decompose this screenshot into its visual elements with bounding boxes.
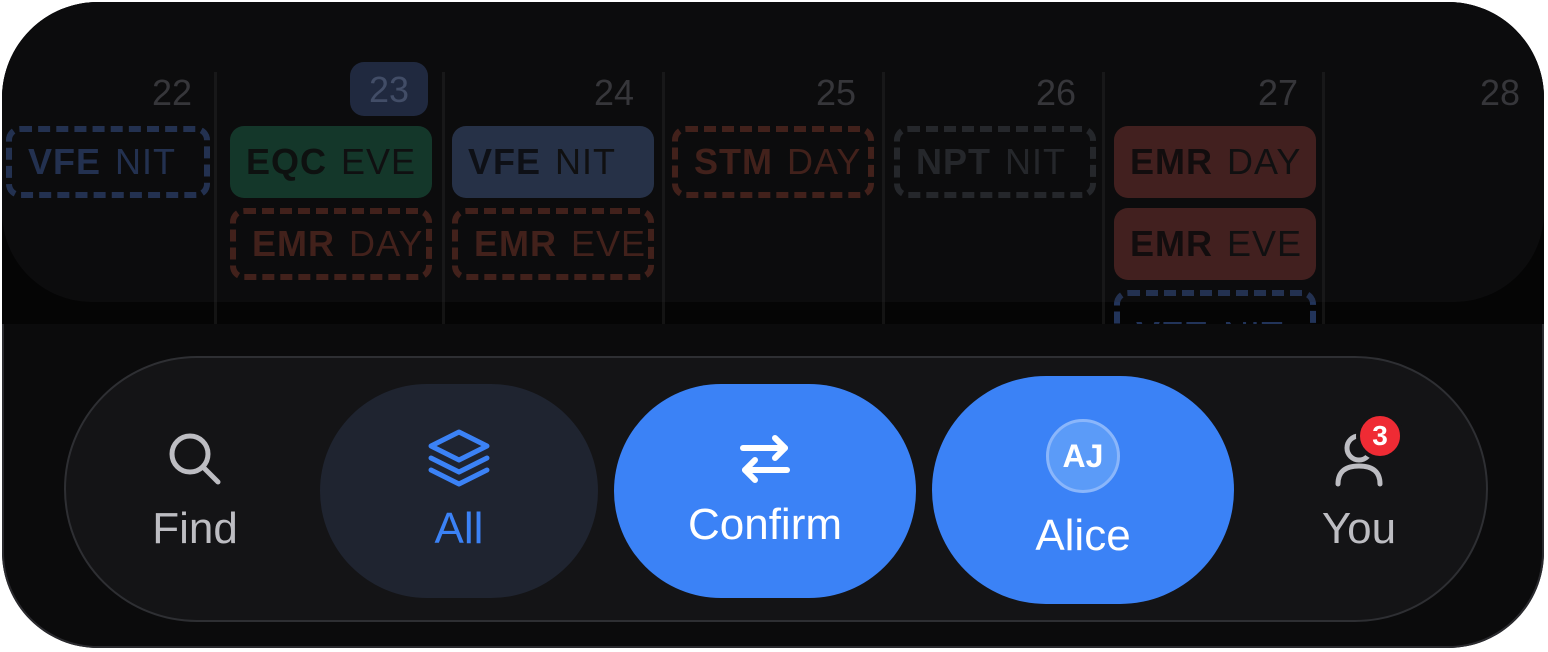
- shift-type: NIT: [1005, 141, 1066, 182]
- shift-code: EMR: [1130, 223, 1213, 264]
- shift-chip[interactable]: EMR EVE: [1114, 208, 1316, 280]
- swap-arrows-icon: [740, 435, 790, 483]
- shift-type: DAY: [1227, 141, 1302, 182]
- column-divider: [442, 72, 445, 324]
- tab-label: You: [1321, 504, 1397, 553]
- shift-type: EVE: [341, 141, 417, 182]
- tab-confirm[interactable]: Confirm: [614, 384, 916, 598]
- shift-code: EMR: [474, 223, 557, 264]
- layers-icon: [428, 429, 490, 487]
- shift-chip[interactable]: VFE NIT: [1114, 290, 1316, 324]
- column-divider: [1322, 72, 1325, 324]
- day-number[interactable]: 25: [796, 72, 856, 114]
- day-number[interactable]: 28: [1460, 72, 1520, 114]
- tab-you[interactable]: 3 You: [1276, 388, 1442, 594]
- shift-code: EMR: [1130, 141, 1213, 182]
- shift-chip[interactable]: VFE NIT: [6, 126, 210, 198]
- notification-badge: 3: [1356, 412, 1404, 460]
- bottom-tab-bar: Find All Confirm AJ Alice 3 You: [64, 356, 1488, 622]
- shift-type: NIT: [115, 141, 177, 182]
- tab-find[interactable]: Find: [112, 388, 278, 594]
- avatar: AJ: [1046, 419, 1120, 493]
- tab-all[interactable]: All: [320, 384, 598, 598]
- shift-code: NPT: [916, 141, 991, 182]
- shift-type: EVE: [571, 223, 647, 264]
- shift-chip[interactable]: NPT NIT: [894, 126, 1096, 198]
- column-divider: [662, 72, 665, 324]
- shift-chip[interactable]: VFE NIT: [452, 126, 654, 198]
- shift-chip[interactable]: EMR DAY: [1114, 126, 1316, 198]
- person-icon-wrap: 3: [1328, 412, 1404, 490]
- day-number[interactable]: 22: [132, 72, 192, 114]
- tab-label: Confirm: [687, 500, 843, 549]
- shift-chip[interactable]: EMR EVE: [452, 208, 654, 280]
- shift-type: NIT: [1223, 314, 1284, 324]
- search-icon: [169, 433, 221, 485]
- shift-code: EQC: [246, 141, 328, 182]
- calendar-week: 22 23 24 25 26 27 28 VFE NIT EQC EVE EMR DA…: [2, 2, 1544, 324]
- shift-code: VFE: [28, 141, 102, 182]
- column-divider: [882, 72, 885, 324]
- tab-alice[interactable]: AJ Alice: [932, 376, 1234, 604]
- day-number-today[interactable]: 23: [350, 62, 428, 116]
- day-number[interactable]: 26: [1016, 72, 1076, 114]
- tab-label: All: [434, 504, 484, 553]
- tab-label: Find: [152, 504, 238, 553]
- column-divider: [214, 72, 217, 324]
- shift-type: DAY: [787, 141, 862, 182]
- shift-type: DAY: [349, 223, 424, 264]
- shift-code: VFE: [468, 141, 542, 182]
- day-number[interactable]: 27: [1238, 72, 1298, 114]
- tab-label: Alice: [1035, 511, 1131, 560]
- shift-chip[interactable]: EQC EVE: [230, 126, 432, 198]
- shift-chip[interactable]: EMR DAY: [230, 208, 432, 280]
- shift-chip[interactable]: STM DAY: [672, 126, 874, 198]
- day-number[interactable]: 24: [574, 72, 634, 114]
- shift-code: STM: [694, 141, 773, 182]
- shift-code: EMR: [252, 223, 335, 264]
- shift-type: EVE: [1227, 223, 1303, 264]
- app-frame: 22 23 24 25 26 27 28 VFE NIT EQC EVE EMR DA…: [2, 2, 1544, 648]
- column-divider: [1102, 72, 1105, 324]
- shift-code: VFE: [1136, 314, 1209, 324]
- shift-type: NIT: [555, 141, 617, 182]
